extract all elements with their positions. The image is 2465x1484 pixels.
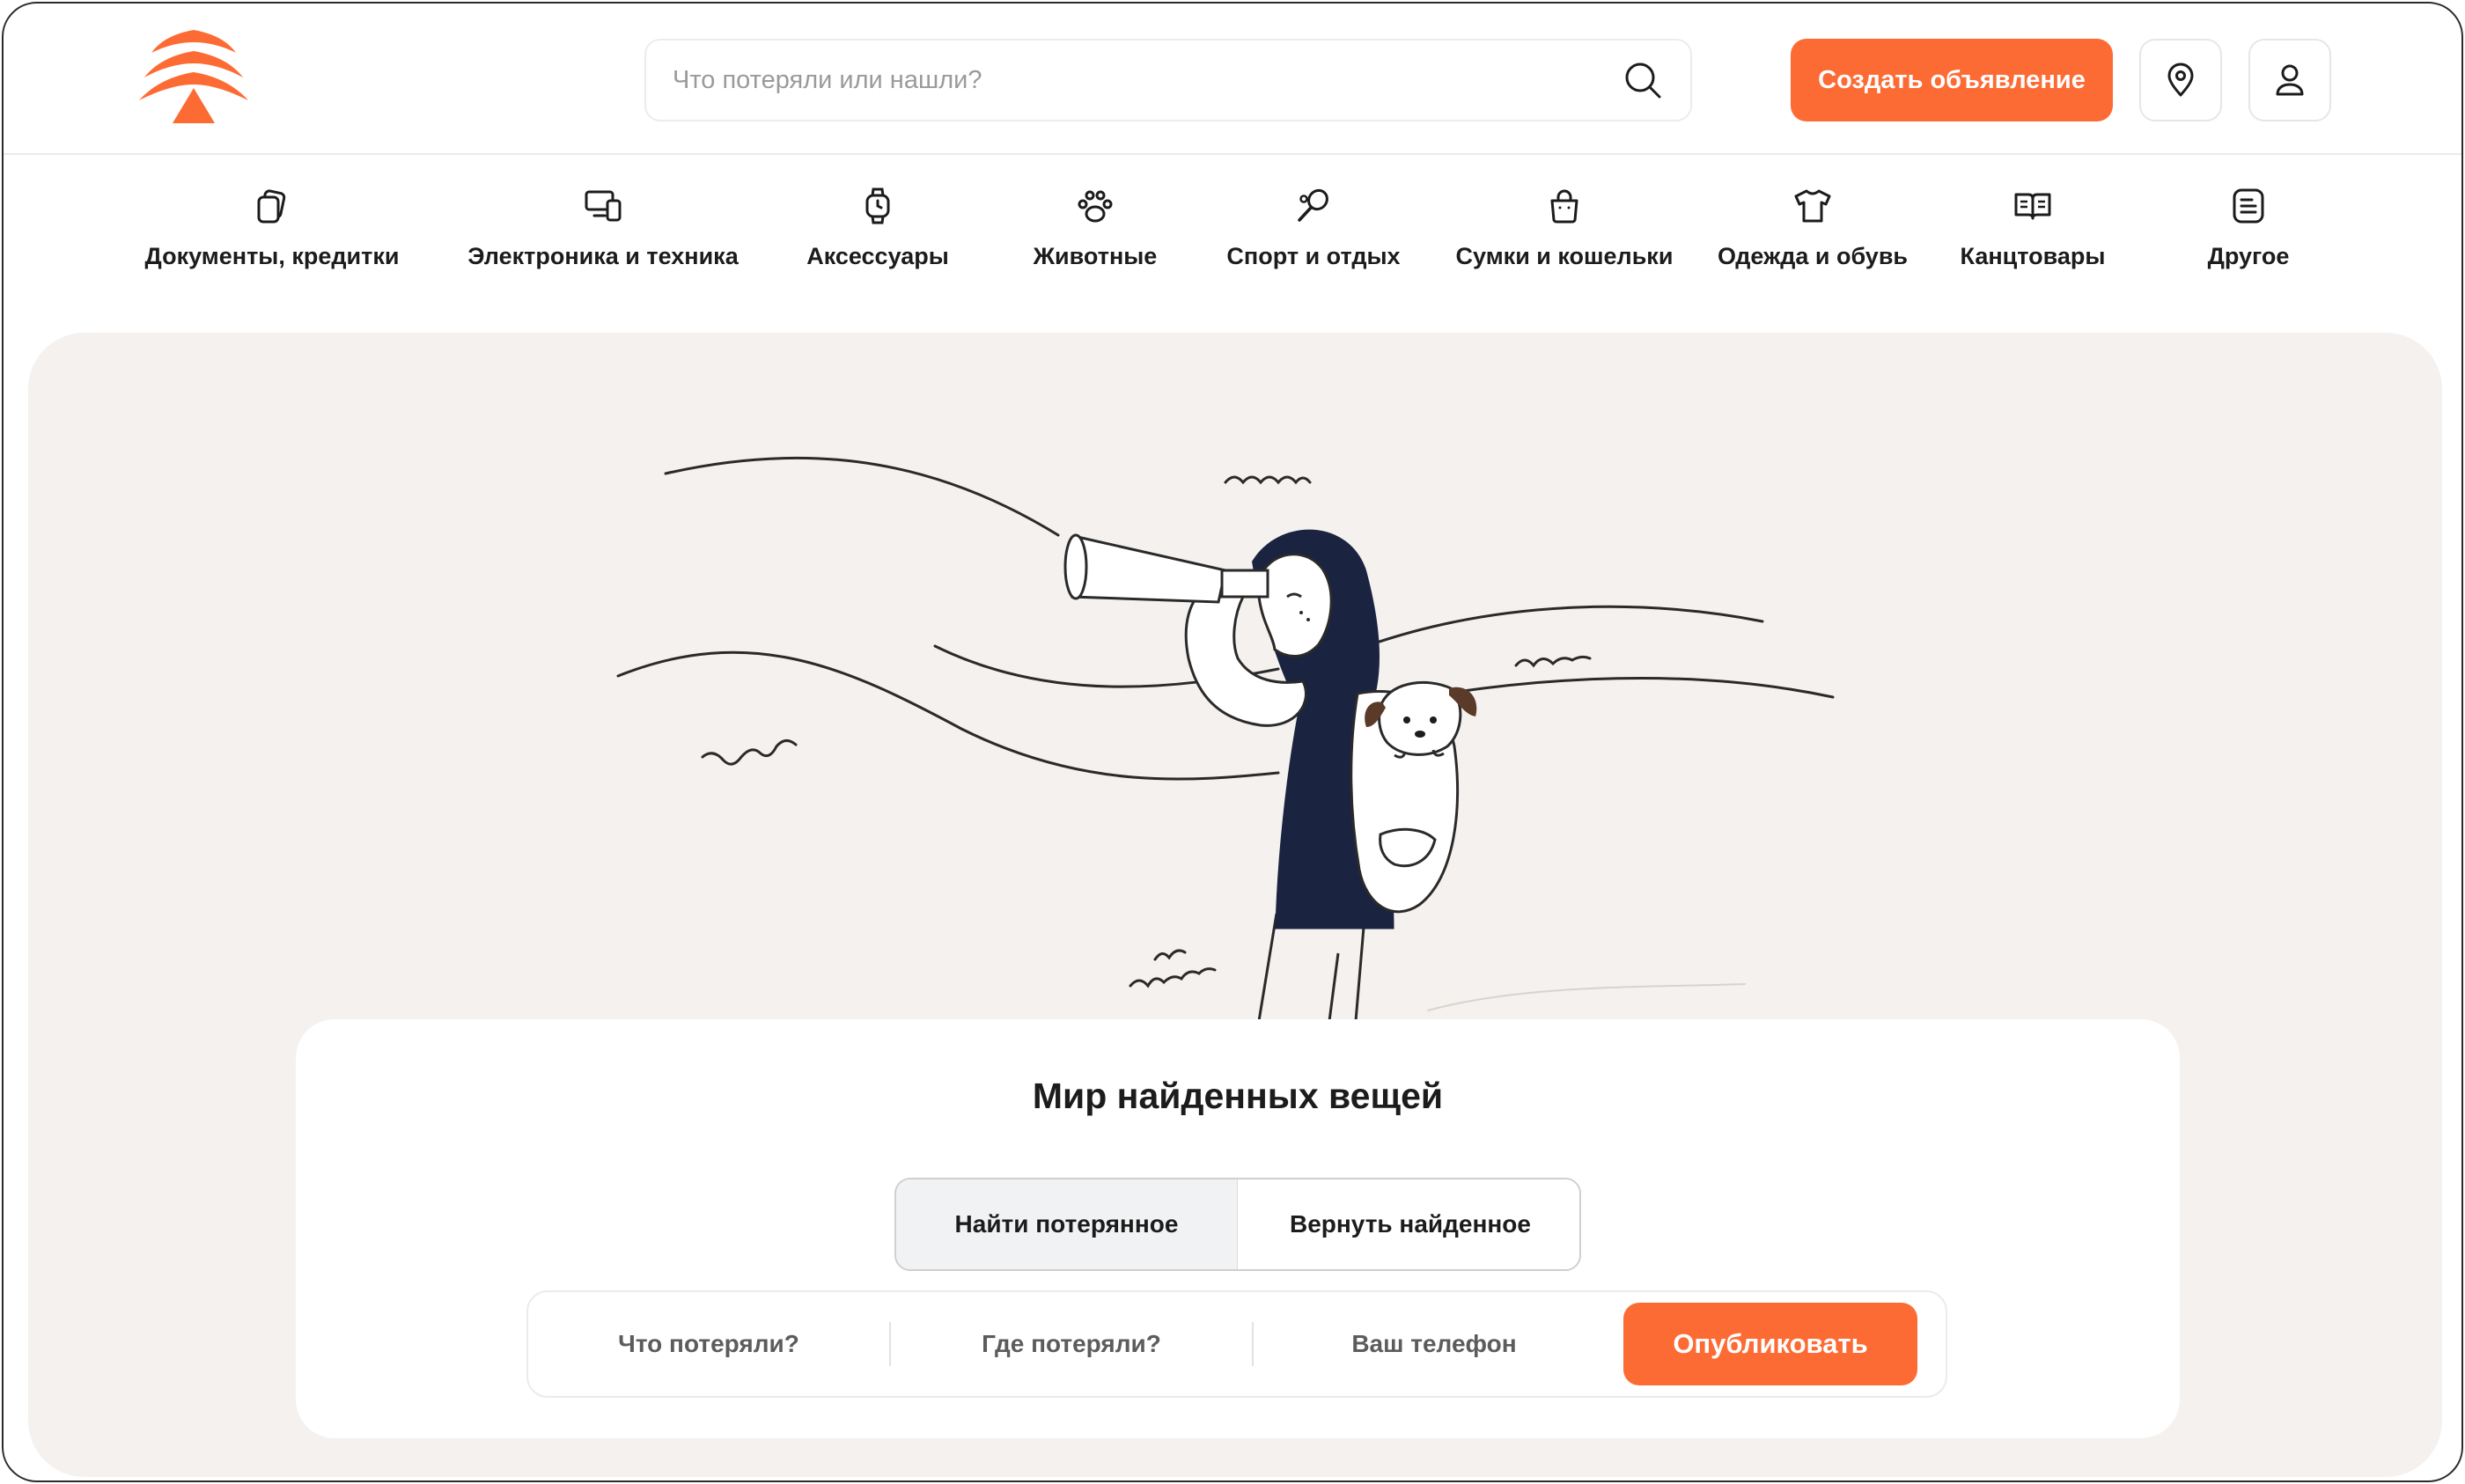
tshirt-icon (1794, 189, 1831, 223)
category-sport[interactable]: Спорт и отдых (1217, 187, 1410, 283)
book-icon (2014, 193, 2051, 220)
lost-item-form: Что потеряли? Где потеряли? Ваш телефон … (526, 1290, 1947, 1398)
paw-icon (1078, 190, 1113, 223)
what-lost-field[interactable]: Что потеряли? (528, 1292, 889, 1396)
category-nav: Документы, кредитки Электроника и техник… (4, 187, 2461, 292)
hero-section: Мир найденных вещей Найти потерянное Вер… (28, 333, 2442, 1477)
search-input[interactable] (673, 40, 1606, 120)
category-label: Спорт и отдых (1226, 243, 1401, 269)
user-icon (2276, 64, 2304, 96)
documents-icon (257, 189, 286, 224)
category-clothes[interactable]: Одежда и обувь (1711, 187, 1914, 283)
woman-with-telescope-illustration (616, 456, 1835, 1022)
location-pin-icon (2167, 62, 2194, 97)
list-icon (2233, 188, 2264, 224)
search-icon[interactable] (1623, 61, 1662, 99)
where-lost-field[interactable]: Где потеряли? (891, 1292, 1252, 1396)
phone-field[interactable]: Ваш телефон (1254, 1292, 1615, 1396)
category-bags[interactable]: Сумки и кошельки (1447, 187, 1681, 283)
category-stationery[interactable]: Канцтовары (1940, 187, 2125, 283)
mode-toggle: Найти потерянное Вернуть найденное (894, 1178, 1581, 1271)
category-other[interactable]: Другое (2169, 187, 2328, 283)
tab-find-lost[interactable]: Найти потерянное (896, 1179, 1238, 1269)
category-label: Одежда и обувь (1717, 243, 1909, 269)
profile-button[interactable] (2248, 39, 2331, 121)
category-documents[interactable]: Документы, кредитки (144, 187, 400, 283)
devices-icon (585, 190, 622, 222)
page-title: Мир найденных вещей (1032, 1076, 1444, 1116)
header: Создать объявление (4, 4, 2461, 155)
publish-button[interactable]: Опубликовать (1623, 1303, 1917, 1385)
tab-return-found[interactable]: Вернуть найденное (1240, 1179, 1579, 1269)
category-label: Аксессуары (806, 243, 949, 269)
create-listing-button[interactable]: Создать объявление (1791, 39, 2113, 121)
category-label: Документы, кредитки (144, 243, 400, 269)
category-label: Сумки и кошельки (1455, 243, 1674, 269)
category-label: Животные (1033, 243, 1158, 269)
tree-logo-icon[interactable] (139, 30, 248, 123)
app-window: Создать объявление Документы, кредитки (2, 2, 2463, 1482)
category-label: Другое (2207, 243, 2290, 269)
racket-icon (1298, 188, 1328, 222)
location-button[interactable] (2139, 39, 2222, 121)
category-electronics[interactable]: Электроника и техника (467, 187, 740, 283)
category-accessories[interactable]: Аксессуары (785, 187, 970, 283)
watch-icon (865, 187, 890, 224)
category-label: Канцтовары (1960, 243, 2106, 269)
category-label: Электроника и техника (467, 243, 739, 269)
category-animals[interactable]: Животные (1016, 187, 1174, 283)
bag-icon (1550, 189, 1578, 224)
search-bar (644, 39, 1692, 121)
search-card: Мир найденных вещей Найти потерянное Вер… (296, 1019, 2180, 1438)
